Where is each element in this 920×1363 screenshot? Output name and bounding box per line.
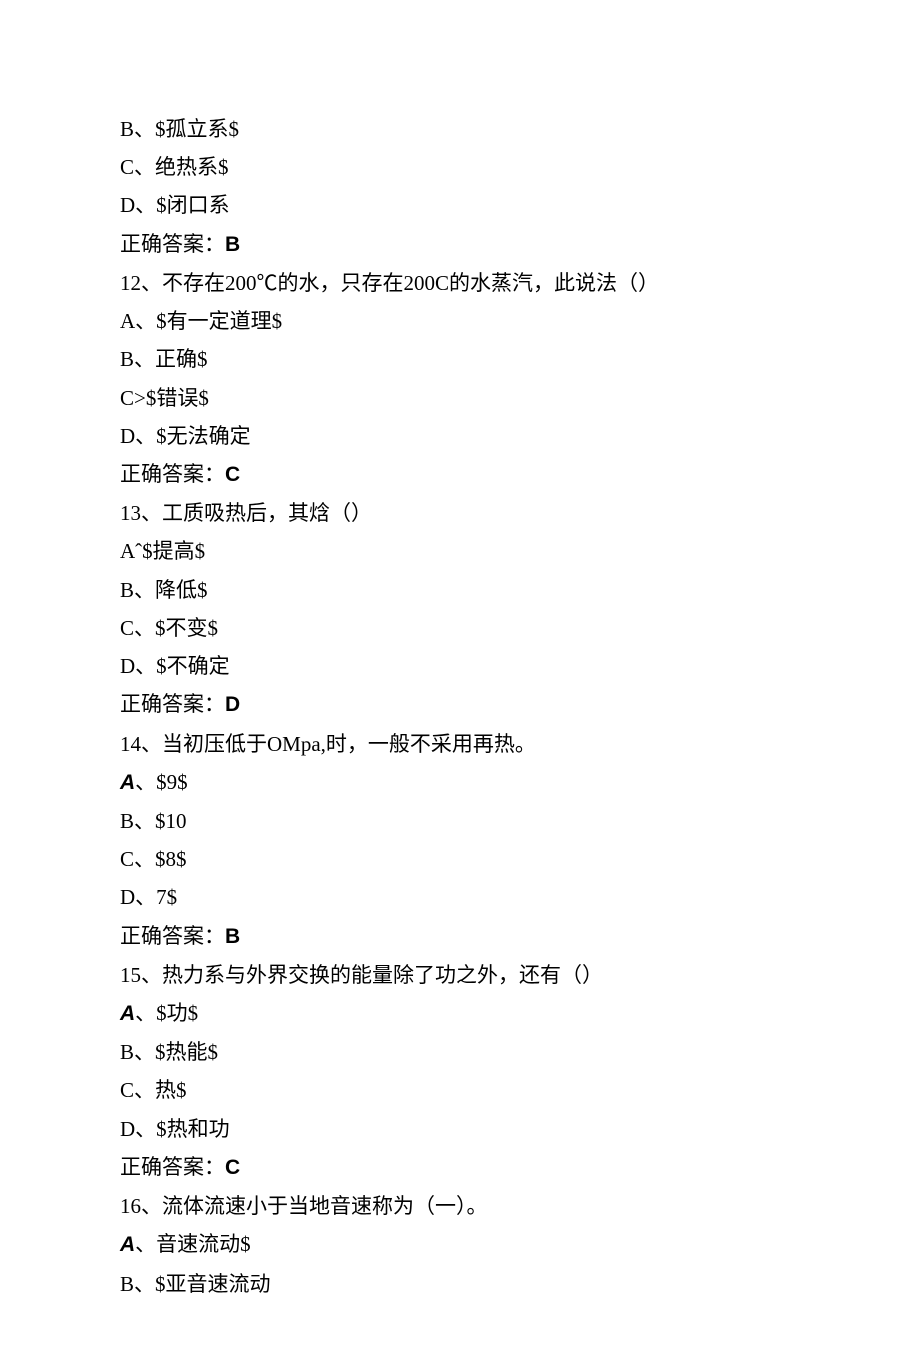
line-text: 、音速流动$ bbox=[135, 1232, 251, 1256]
answer-value: B bbox=[225, 925, 240, 948]
text-line: 13、工质吸热后，其焓（） bbox=[120, 494, 800, 532]
text-line: A、音速流动$ bbox=[120, 1225, 800, 1264]
line-text: 、$9$ bbox=[135, 770, 188, 794]
answer-value: D bbox=[225, 693, 240, 716]
answer-value: B bbox=[225, 233, 240, 256]
line-text: B、$热能$ bbox=[120, 1040, 218, 1064]
answer-label: 正确答案： bbox=[120, 692, 225, 716]
line-text: 12、不存在200℃的水，只存在200C的水蒸汽，此说法（） bbox=[120, 271, 659, 295]
line-text: D、$不确定 bbox=[120, 654, 230, 678]
text-line: D、$热和功 bbox=[120, 1110, 800, 1148]
answer-label: 正确答案： bbox=[120, 232, 225, 256]
text-line: C、$8$ bbox=[120, 840, 800, 878]
text-line: Aˆ$提高$ bbox=[120, 532, 800, 570]
text-line: 16、流体流速小于当地音速称为（一）。 bbox=[120, 1187, 800, 1225]
line-text: 、$功$ bbox=[135, 1001, 198, 1025]
option-letter: A bbox=[120, 1002, 135, 1025]
text-line: D、$不确定 bbox=[120, 647, 800, 685]
text-line: 14、当初压低于OMpa,时，一般不采用再热。 bbox=[120, 725, 800, 763]
text-line: B、$亚音速流动 bbox=[120, 1265, 800, 1303]
line-text: D、$无法确定 bbox=[120, 424, 251, 448]
line-text: C>$错误$ bbox=[120, 386, 209, 410]
document-page: B、$孤立系$C、绝热系$D、$闭口系正确答案：B12、不存在200℃的水，只存… bbox=[0, 0, 920, 1363]
text-line: 12、不存在200℃的水，只存在200C的水蒸汽，此说法（） bbox=[120, 264, 800, 302]
line-text: B、正确$ bbox=[120, 347, 208, 371]
line-text: 14、当初压低于OMpa,时，一般不采用再热。 bbox=[120, 732, 536, 756]
answer-value: C bbox=[225, 1156, 240, 1179]
line-text: B、降低$ bbox=[120, 578, 208, 602]
text-line: 正确答案：C bbox=[120, 455, 800, 494]
line-text: B、$10 bbox=[120, 809, 187, 833]
answer-value: C bbox=[225, 463, 240, 486]
line-text: C、$8$ bbox=[120, 847, 187, 871]
option-letter: A bbox=[120, 1233, 135, 1256]
text-line: 正确答案：D bbox=[120, 685, 800, 724]
option-letter: A bbox=[120, 771, 135, 794]
text-line: A、$功$ bbox=[120, 994, 800, 1033]
text-line: 正确答案：C bbox=[120, 1148, 800, 1187]
line-text: B、$亚音速流动 bbox=[120, 1272, 271, 1296]
line-text: C、热$ bbox=[120, 1078, 187, 1102]
line-text: C、$不变$ bbox=[120, 616, 218, 640]
line-text: B、$孤立系$ bbox=[120, 117, 239, 141]
text-line: C、热$ bbox=[120, 1071, 800, 1109]
text-line: A、$9$ bbox=[120, 763, 800, 802]
text-line: A、$有一定道理$ bbox=[120, 302, 800, 340]
text-line: 正确答案：B bbox=[120, 225, 800, 264]
line-text: 16、流体流速小于当地音速称为（一）。 bbox=[120, 1194, 488, 1218]
text-line: 15、热力系与外界交换的能量除了功之外，还有（） bbox=[120, 956, 800, 994]
answer-label: 正确答案： bbox=[120, 924, 225, 948]
line-text: C、绝热系$ bbox=[120, 155, 229, 179]
text-line: B、$孤立系$ bbox=[120, 110, 800, 148]
line-text: 15、热力系与外界交换的能量除了功之外，还有（） bbox=[120, 963, 603, 987]
text-line: 正确答案：B bbox=[120, 917, 800, 956]
text-line: B、$热能$ bbox=[120, 1033, 800, 1071]
text-line: C、$不变$ bbox=[120, 609, 800, 647]
line-text: A、$有一定道理$ bbox=[120, 309, 282, 333]
answer-label: 正确答案： bbox=[120, 1155, 225, 1179]
text-line: B、正确$ bbox=[120, 340, 800, 378]
line-text: D、$闭口系 bbox=[120, 193, 230, 217]
line-text: D、7$ bbox=[120, 885, 177, 909]
text-line: B、$10 bbox=[120, 802, 800, 840]
text-line: D、$无法确定 bbox=[120, 417, 800, 455]
text-line: D、$闭口系 bbox=[120, 186, 800, 224]
answer-label: 正确答案： bbox=[120, 462, 225, 486]
line-text: 13、工质吸热后，其焓（） bbox=[120, 501, 372, 525]
text-line: D、7$ bbox=[120, 878, 800, 916]
line-text: D、$热和功 bbox=[120, 1117, 230, 1141]
line-text: Aˆ$提高$ bbox=[120, 539, 205, 563]
text-line: B、降低$ bbox=[120, 571, 800, 609]
text-line: C、绝热系$ bbox=[120, 148, 800, 186]
text-line: C>$错误$ bbox=[120, 379, 800, 417]
